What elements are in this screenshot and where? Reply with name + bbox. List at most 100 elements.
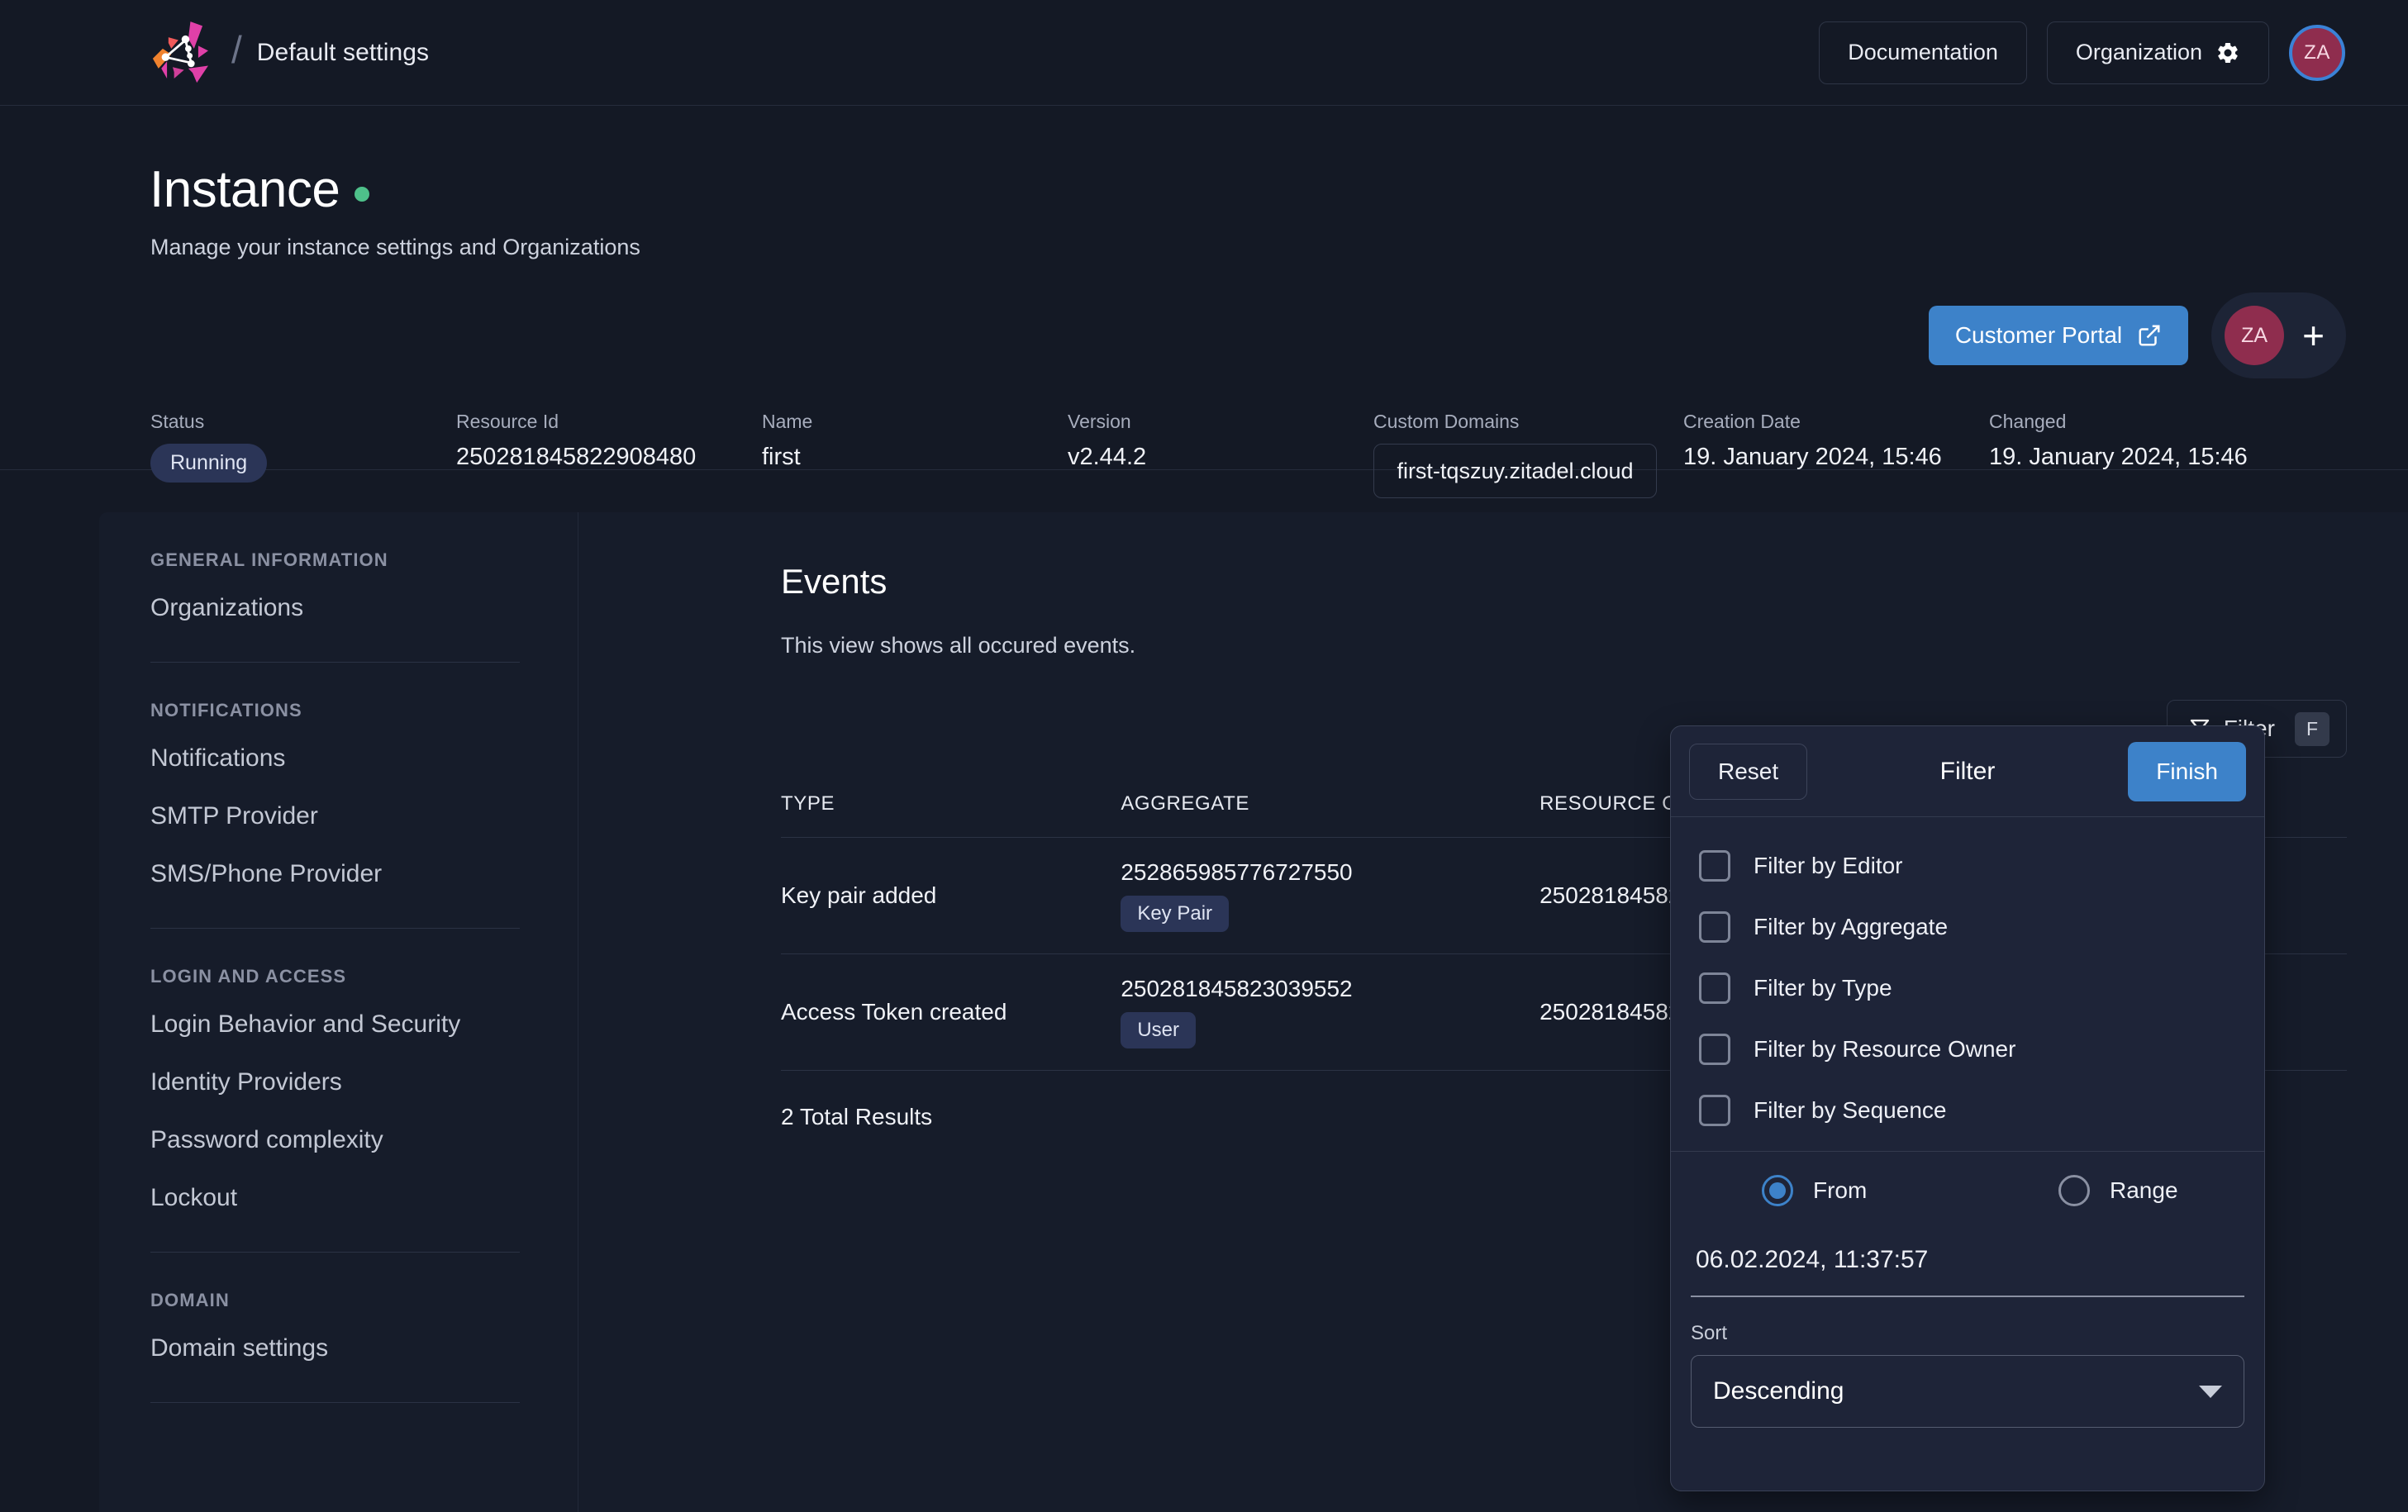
sort-select[interactable]: Descending: [1691, 1355, 2244, 1428]
sidebar-group-label-domain: DOMAIN: [150, 1290, 578, 1311]
filter-shortcut-badge: F: [2295, 712, 2329, 746]
top-bar-actions: Documentation Organization ZA: [1819, 21, 2345, 84]
documentation-label: Documentation: [1848, 40, 1998, 65]
sidebar-group-label-notifications: NOTIFICATIONS: [150, 700, 578, 721]
avatar-initials: ZA: [2304, 41, 2330, 64]
meta-status: Status Running: [150, 411, 456, 498]
sidebar-divider: [150, 928, 520, 929]
column-header-aggregate[interactable]: AGGREGATE: [1121, 792, 1540, 838]
avatar[interactable]: ZA: [2289, 25, 2345, 81]
filter-popup: Reset Filter Finish Filter by Editor Fil…: [1670, 725, 2265, 1491]
aggregate-type-chip: Key Pair: [1121, 896, 1229, 932]
instance-actions: Customer Portal ZA +: [1929, 292, 2346, 378]
aggregate-id: 250281845823039552: [1121, 976, 1540, 1002]
cell-type: Access Token created: [781, 954, 1121, 1071]
sort-label: Sort: [1691, 1322, 2244, 1345]
radio-label: From: [1813, 1177, 1867, 1204]
date-input[interactable]: 06.02.2024, 11:37:57: [1691, 1228, 2244, 1297]
sidebar-item-lockout[interactable]: Lockout: [150, 1169, 578, 1227]
checkbox-icon[interactable]: [1699, 850, 1730, 882]
instance-header: Instance Manage your instance settings a…: [0, 107, 2408, 470]
documentation-button[interactable]: Documentation: [1819, 21, 2027, 84]
customer-portal-label: Customer Portal: [1955, 322, 2122, 349]
sidebar-divider: [150, 662, 520, 663]
sidebar-item-notifications[interactable]: Notifications: [150, 730, 578, 787]
gear-icon: [2215, 40, 2240, 65]
date-mode-radio-group: From Range: [1671, 1151, 2264, 1228]
meta-version: Version v2.44.2: [1068, 411, 1373, 498]
meta-changed: Changed 19. January 2024, 15:46: [1989, 411, 2295, 498]
brand[interactable]: / Default settings: [147, 17, 429, 88]
sidebar-item-password-complexity[interactable]: Password complexity: [150, 1111, 578, 1169]
aggregate-id: 252865985776727550: [1121, 859, 1540, 886]
organization-label: Organization: [2076, 40, 2202, 65]
filter-option-aggregate[interactable]: Filter by Aggregate: [1671, 896, 2264, 958]
sidebar-divider: [150, 1402, 520, 1403]
avatar[interactable]: ZA: [2225, 306, 2284, 365]
breadcrumb-separator: /: [231, 27, 242, 72]
cell-type: Key pair added: [781, 838, 1121, 954]
filter-option-resource-owner[interactable]: Filter by Resource Owner: [1671, 1019, 2264, 1080]
page-subtitle: Manage your instance settings and Organi…: [150, 235, 640, 260]
finish-button[interactable]: Finish: [2128, 742, 2246, 801]
checkbox-icon[interactable]: [1699, 972, 1730, 1004]
aggregate-type-chip: User: [1121, 1012, 1196, 1048]
sidebar-item-login-behavior-and-security[interactable]: Login Behavior and Security: [150, 996, 578, 1053]
meta-label: Status: [150, 411, 456, 433]
meta-value: 19. January 2024, 15:46: [1683, 444, 1989, 471]
meta-label: Custom Domains: [1373, 411, 1683, 433]
meta-resource-id: Resource Id 250281845822908480: [456, 411, 762, 498]
status-indicator-dot: [355, 187, 369, 202]
instance-metadata: Status Running Resource Id 2502818458229…: [150, 411, 2295, 498]
meta-label: Version: [1068, 411, 1373, 433]
chevron-down-icon: [2199, 1386, 2222, 1398]
meta-value: 19. January 2024, 15:46: [1989, 444, 2295, 471]
customer-portal-button[interactable]: Customer Portal: [1929, 306, 2188, 365]
checkbox-icon[interactable]: [1699, 1095, 1730, 1126]
filter-popup-header: Reset Filter Finish: [1671, 726, 2264, 817]
meta-label: Creation Date: [1683, 411, 1989, 433]
status-badge: Running: [150, 444, 267, 483]
filter-option-sequence[interactable]: Filter by Sequence: [1671, 1080, 2264, 1141]
plus-icon[interactable]: +: [2302, 316, 2325, 354]
meta-creation-date: Creation Date 19. January 2024, 15:46: [1683, 411, 1989, 498]
filter-option-type[interactable]: Filter by Type: [1671, 958, 2264, 1019]
custom-domain-chip[interactable]: first-tqszuy.zitadel.cloud: [1373, 444, 1657, 498]
checkbox-icon[interactable]: [1699, 1034, 1730, 1065]
meta-value: v2.44.2: [1068, 444, 1373, 471]
sidebar-group-label-general-information: GENERAL INFORMATION: [150, 549, 578, 571]
sort-selected-value: Descending: [1713, 1377, 1844, 1405]
filter-option-label: Filter by Sequence: [1754, 1097, 1946, 1124]
breadcrumb-title: Default settings: [257, 39, 429, 67]
sidebar-item-domain-settings[interactable]: Domain settings: [150, 1319, 578, 1377]
avatar-initials: ZA: [2241, 324, 2268, 348]
filter-option-label: Filter by Type: [1754, 975, 1892, 1001]
radio-icon[interactable]: [2058, 1175, 2090, 1206]
radio-option-from[interactable]: From: [1671, 1175, 1968, 1206]
radio-icon-selected[interactable]: [1762, 1175, 1793, 1206]
settings-sidebar: GENERAL INFORMATION Organizations NOTIFI…: [99, 512, 578, 1512]
meta-value: 250281845822908480: [456, 444, 762, 471]
top-bar: / Default settings Documentation Organiz…: [0, 0, 2408, 106]
sidebar-divider: [150, 1252, 520, 1253]
external-link-icon: [2137, 323, 2162, 348]
meta-label: Name: [762, 411, 1068, 433]
page-title-row: Instance: [150, 160, 369, 219]
meta-value: first: [762, 444, 1068, 471]
column-header-type[interactable]: TYPE: [781, 792, 1121, 838]
radio-option-range[interactable]: Range: [1968, 1175, 2264, 1206]
cell-aggregate: 252865985776727550 Key Pair: [1121, 838, 1540, 954]
events-description: This view shows all occured events.: [781, 633, 2347, 659]
checkbox-icon[interactable]: [1699, 911, 1730, 943]
sidebar-item-smtp-provider[interactable]: SMTP Provider: [150, 787, 578, 845]
sidebar-item-sms-phone-provider[interactable]: SMS/Phone Provider: [150, 845, 578, 903]
sidebar-item-identity-providers[interactable]: Identity Providers: [150, 1053, 578, 1111]
sidebar-item-organizations[interactable]: Organizations: [150, 579, 578, 637]
reset-button[interactable]: Reset: [1689, 744, 1807, 800]
filter-option-editor[interactable]: Filter by Editor: [1671, 835, 2264, 896]
organization-button[interactable]: Organization: [2047, 21, 2269, 84]
meta-label: Resource Id: [456, 411, 762, 433]
page-title: Instance: [150, 160, 340, 219]
meta-name: Name first: [762, 411, 1068, 498]
member-avatar-group[interactable]: ZA +: [2211, 292, 2346, 378]
